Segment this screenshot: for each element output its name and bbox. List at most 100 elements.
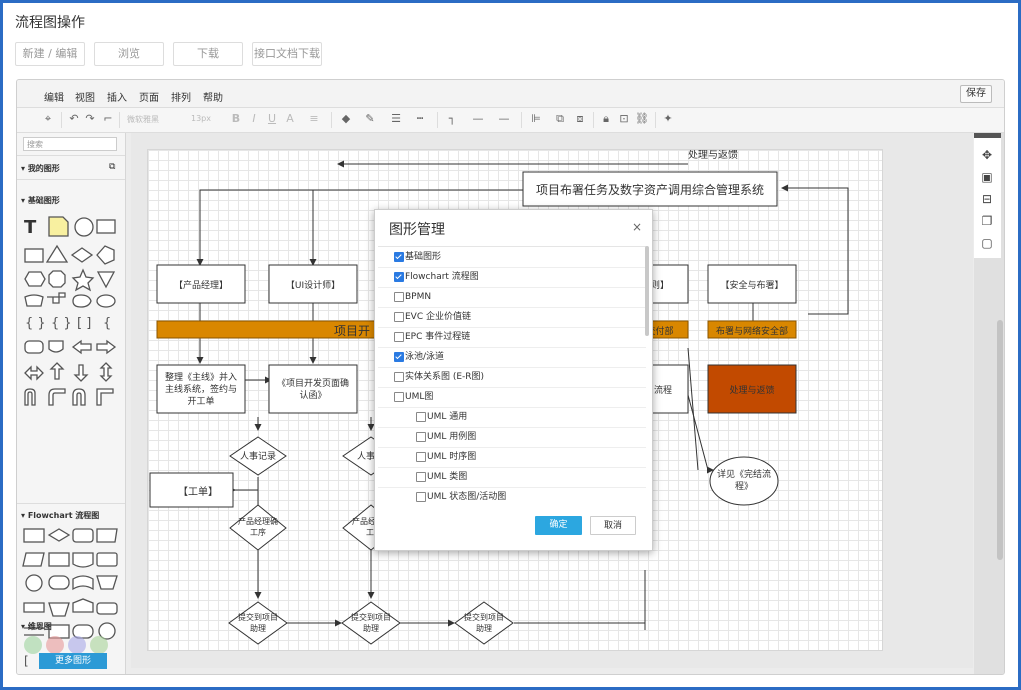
format-paint-icon[interactable]: ⌐ (101, 112, 115, 126)
checkbox[interactable] (416, 472, 426, 482)
layers-icon[interactable]: ❐ (980, 214, 994, 228)
navigate-icon[interactable]: ✥ (980, 148, 994, 162)
undo-icon[interactable]: ↶ (67, 112, 81, 126)
ungroup-icon[interactable]: ⧈ (573, 112, 587, 126)
new-edit-button[interactable]: 新建 / 编辑 (15, 42, 85, 66)
page-confirm-box[interactable] (268, 364, 358, 414)
menu-help[interactable]: 帮助 (203, 89, 223, 104)
shape-library-label: UML 通用 (427, 412, 468, 422)
shape-library-item[interactable]: UML图 (378, 387, 646, 408)
menu-edit[interactable]: 编辑 (44, 89, 64, 104)
font-family-select[interactable]: 微软雅黑 (127, 114, 159, 125)
more-shapes-button[interactable]: 更多图形 (39, 653, 107, 669)
network-bar-text: 布署与网络安全部 (716, 325, 788, 337)
dialog-title: 图形管理 (389, 222, 445, 238)
section-my-shapes[interactable]: ▾ 我的图形 (21, 163, 60, 174)
save-button[interactable]: 保存 (960, 85, 992, 103)
bold-icon[interactable]: B (229, 112, 243, 126)
cancel-button[interactable]: 取消 (590, 516, 636, 535)
font-color-icon[interactable]: A (283, 112, 297, 126)
divider (17, 179, 125, 180)
format-icon[interactable]: ▣ (980, 170, 994, 184)
basic-shapes-palette[interactable]: T { } { } [] { (17, 213, 125, 423)
shape-library-item[interactable]: 实体关系图 (E-R图) (378, 367, 646, 388)
checkbox[interactable] (394, 392, 404, 402)
toolbar-separator (655, 112, 656, 128)
checkbox[interactable] (416, 412, 426, 422)
shape-library-label: EPC 事件过程链 (405, 332, 471, 342)
underline-icon[interactable]: U (265, 112, 279, 126)
shape-library-item[interactable]: UML 通用 (378, 407, 646, 428)
shape-library-item[interactable]: Flowchart 流程图 (378, 267, 646, 288)
checkbox[interactable] (394, 272, 404, 282)
checkbox[interactable] (394, 252, 404, 262)
browse-button[interactable]: 浏览 (94, 42, 164, 66)
menu-arrange[interactable]: 排列 (171, 89, 191, 104)
connector-icon[interactable]: ┐ (445, 112, 459, 126)
checkbox[interactable] (394, 292, 404, 302)
italic-icon[interactable]: I (247, 112, 261, 126)
shape-library-item[interactable]: UML 用例图 (378, 427, 646, 448)
checkbox[interactable] (416, 452, 426, 462)
line-style-icon[interactable]: ┅ (413, 112, 427, 126)
line-start-icon[interactable]: — (471, 112, 485, 126)
link-icon[interactable]: ⛓︎ (635, 112, 649, 126)
shape-library-item[interactable]: UML 类图 (378, 467, 646, 488)
section-basic-shapes[interactable]: ▾ 基础图形 (21, 195, 60, 206)
main-project-bar-text: 项目开 (334, 324, 370, 338)
checkbox[interactable] (394, 372, 404, 382)
line-end-icon[interactable]: — (497, 112, 511, 126)
checkbox[interactable] (394, 332, 404, 342)
checkbox[interactable] (416, 432, 426, 442)
shape-library-item[interactable]: UML 状态图/活动图 (378, 487, 646, 503)
svg-text:T: T (24, 217, 37, 238)
shape-library-label: 泳池/泳道 (405, 352, 445, 362)
shape-library-label: UML 时序图 (427, 452, 477, 462)
submit-diamond-3[interactable] (454, 601, 514, 645)
outline-icon[interactable]: ⊟ (980, 192, 994, 206)
font-size-select[interactable]: 13px (191, 114, 211, 123)
download-button[interactable]: 下载 (173, 42, 243, 66)
fill-color-icon[interactable]: ◆ (339, 112, 353, 126)
shape-library-item[interactable]: EVC 企业价值链 (378, 307, 646, 328)
pointer-icon[interactable]: ⌖ (41, 112, 55, 126)
section-flowchart[interactable]: ▾ Flowchart 流程图 (21, 510, 99, 521)
api-doc-download-button[interactable]: 接口文档下载 (252, 42, 322, 66)
edit-icon[interactable]: ⧉ (109, 162, 115, 172)
section-label: 我的图形 (27, 164, 60, 173)
shape-library-item[interactable]: 泳池/泳道 (378, 347, 646, 368)
checkbox[interactable] (416, 492, 426, 502)
svg-text:[ ]: [ ] (77, 316, 91, 331)
divider (17, 503, 125, 504)
lock-icon[interactable]: 🔒︎ (599, 112, 613, 126)
line-color-icon[interactable]: ✎ (363, 112, 377, 126)
checkbox[interactable] (394, 312, 404, 322)
detail-oval[interactable] (709, 456, 779, 506)
menu-page[interactable]: 页面 (139, 89, 159, 104)
unlock-icon[interactable]: ⊡ (617, 112, 631, 126)
section-mindmap[interactable]: ▾ 维恩图 (21, 621, 52, 632)
menu-view[interactable]: 视图 (75, 89, 95, 104)
shape-library-item[interactable]: EPC 事件过程链 (378, 327, 646, 348)
checkbox[interactable] (394, 352, 404, 362)
menu-insert[interactable]: 插入 (107, 89, 127, 104)
svg-text:{ }: { } (25, 316, 46, 331)
align-objects-icon[interactable]: ⊫ (529, 112, 543, 126)
redo-icon[interactable]: ↷ (83, 112, 97, 126)
toolbar-separator (61, 112, 62, 128)
shape-library-item[interactable]: BPMN (378, 287, 646, 308)
line-width-icon[interactable]: ☰ (389, 112, 403, 126)
align-icon[interactable]: ≡ (307, 112, 321, 126)
close-icon[interactable]: × (632, 220, 642, 234)
submit-diamond-2[interactable] (341, 601, 401, 645)
submit-diamond-1[interactable] (228, 601, 288, 645)
ok-button[interactable]: 确定 (535, 516, 582, 535)
magic-wand-icon[interactable]: ✦ (661, 112, 675, 126)
shape-library-item[interactable]: UML 时序图 (378, 447, 646, 468)
shape-library-item[interactable]: 基础图形 (378, 247, 646, 268)
group-icon[interactable]: ⧉ (553, 112, 567, 126)
search-input[interactable]: 搜索 (23, 137, 117, 151)
vertical-scrollbar[interactable] (997, 320, 1003, 560)
page-icon[interactable]: ▢ (980, 236, 994, 250)
dialog-scrollbar[interactable] (645, 246, 649, 336)
